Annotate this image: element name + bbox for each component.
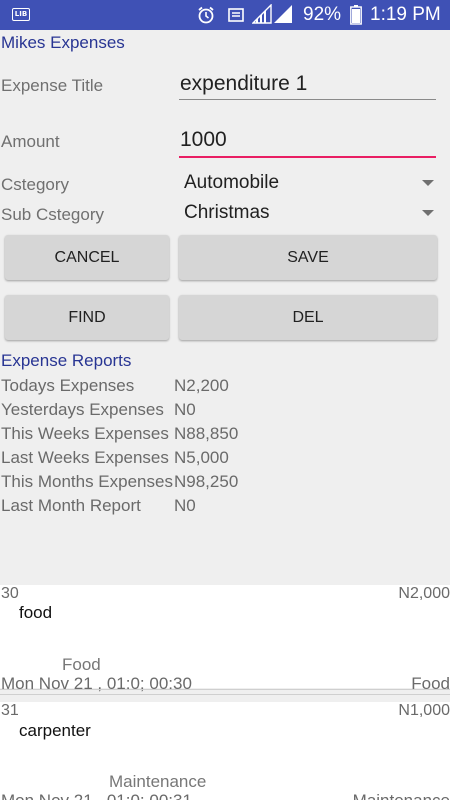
category-label: Cstegory	[1, 175, 70, 194]
signal-icon-1	[252, 4, 272, 24]
report-label: Yesterdays Expenses	[1, 400, 164, 419]
subcategory-dropdown[interactable]: Christmas	[184, 200, 438, 228]
amount-underline	[179, 156, 436, 158]
save-button[interactable]: SAVE	[179, 235, 437, 280]
entry-amount: N2,000	[398, 585, 450, 602]
report-label: This Months Expenses	[1, 472, 173, 491]
dropdown-arrow-icon	[422, 180, 434, 186]
find-button[interactable]: FIND	[5, 295, 169, 340]
entry-title: food	[19, 603, 53, 622]
entry-amount: N1,000	[398, 702, 450, 719]
expense-title-label: Expense Title	[1, 76, 104, 95]
entry-title: carpenter	[19, 721, 91, 740]
dropdown-arrow-icon	[422, 210, 434, 216]
entry-category-right: Maintenance	[353, 791, 450, 800]
list-item[interactable]: 30 N2,000 food Food Mon Nov 21 , 01:0; 0…	[0, 585, 450, 693]
report-value: N98,250	[174, 472, 239, 491]
report-value: N0	[174, 496, 196, 515]
message-icon	[228, 8, 244, 22]
report-value: N88,850	[174, 424, 239, 443]
expense-title-input[interactable]	[179, 66, 436, 102]
expense-reports-title: Expense Reports	[1, 351, 132, 370]
entry-category-right: Food	[411, 674, 450, 693]
cancel-button[interactable]: CANCEL	[5, 235, 169, 280]
report-value: N5,000	[174, 448, 229, 467]
entry-category: Food	[62, 655, 101, 674]
report-label: Last Weeks Expenses	[1, 448, 169, 467]
entry-day: 31	[1, 702, 19, 719]
battery-percent: 92%	[303, 4, 342, 25]
status-bar: LIB 92% 1:19 PM	[0, 0, 450, 30]
signal-icon-2	[274, 5, 292, 23]
app-title: Mikes Expenses	[1, 33, 125, 52]
entry-date: Mon Nov 21 , 01:0; 00:30	[1, 674, 192, 693]
amount-label: Amount	[1, 132, 60, 151]
amount-input[interactable]	[179, 122, 436, 158]
expense-title-underline	[179, 99, 436, 100]
divider	[0, 694, 450, 695]
report-label: Todays Expenses	[1, 376, 135, 395]
subcategory-value: Christmas	[184, 202, 270, 223]
report-value: N0	[174, 400, 196, 419]
delete-button[interactable]: DEL	[179, 295, 437, 340]
library-notification-icon: LIB	[12, 8, 30, 21]
subcategory-label: Sub Cstegory	[1, 205, 104, 224]
divider	[0, 689, 450, 690]
report-label: Last Month Report	[1, 496, 141, 515]
entry-day: 30	[1, 585, 19, 602]
alarm-icon	[198, 6, 214, 24]
entry-date: Mon Nov 21 , 01:0; 00:31	[1, 791, 192, 800]
entry-category: Maintenance	[109, 772, 207, 791]
clock: 1:19 PM	[370, 4, 441, 25]
report-label: This Weeks Expenses	[1, 424, 169, 443]
list-item[interactable]: 31 N1,000 carpenter Maintenance Mon Nov …	[0, 702, 450, 800]
report-value: N2,200	[174, 376, 229, 395]
category-value: Automobile	[184, 172, 280, 193]
battery-icon	[350, 5, 362, 25]
category-dropdown[interactable]: Automobile	[184, 170, 438, 198]
